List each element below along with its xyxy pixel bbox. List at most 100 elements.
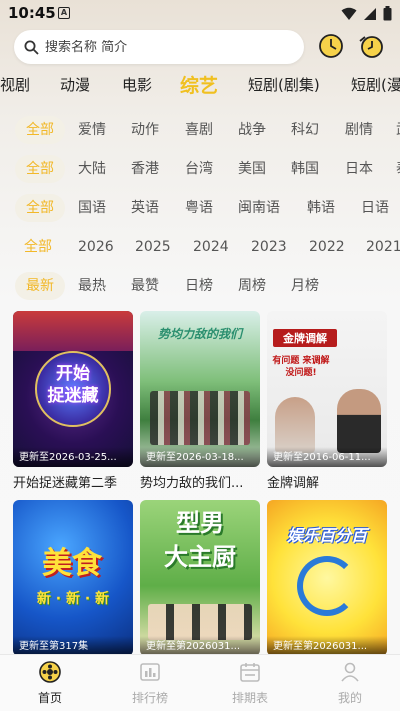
card-title: 金牌调解 <box>267 476 320 491</box>
tab-short-drama-anime[interactable]: 短剧(漫 <box>351 74 400 95</box>
battery-icon <box>383 6 392 21</box>
video-card[interactable]: 开始 捉迷藏 更新至2026-03-25... 开始捉迷藏第二季 <box>13 311 133 491</box>
video-card[interactable]: 金牌调解 有问题 来调解 没问题! 更新至2016-06-11... 金牌调解 <box>267 311 387 491</box>
status-time: 10:45 <box>8 4 56 22</box>
card-title: 势均力敌的我们... <box>140 476 244 491</box>
chip-language[interactable]: 闽南语 <box>238 194 280 222</box>
chip-genre[interactable]: 剧情 <box>345 116 373 144</box>
chip-genre[interactable]: 动作 <box>131 116 159 144</box>
chip-sort[interactable]: 周榜 <box>238 272 266 300</box>
signal-icon <box>364 7 376 20</box>
poster-title-art: 型男 大主厨 <box>164 509 236 571</box>
tab-short-drama[interactable]: 短剧(剧集) <box>248 74 320 95</box>
chip-year[interactable]: 2026 <box>78 233 114 261</box>
home-icon <box>39 661 61 683</box>
bottom-nav: 首页 排行榜 排期表 我的 <box>0 654 400 711</box>
search-bar[interactable] <box>14 30 304 64</box>
update-caption: 更新至2016-06-11... <box>267 447 387 467</box>
chip-genre[interactable]: 喜剧 <box>185 116 213 144</box>
chip-year-all[interactable]: 全部 <box>24 233 52 261</box>
chip-genre-all[interactable]: 全部 <box>15 116 65 144</box>
search-input[interactable] <box>45 39 285 55</box>
poster-image: 娱乐百分百 更新至第2026031... <box>267 500 387 656</box>
nav-label: 我的 <box>337 691 362 705</box>
nav-label: 首页 <box>37 691 62 705</box>
genre-filter-row: 全部 爱情 动作 喜剧 战争 科幻 剧情 武 <box>0 116 400 146</box>
card-title: 开始捉迷藏第二季 <box>13 476 118 491</box>
chip-language[interactable]: 英语 <box>131 194 159 222</box>
poster-title-art: 娱乐百分百 <box>286 526 367 545</box>
chip-sort[interactable]: 日榜 <box>185 272 213 300</box>
chip-sort[interactable]: 月榜 <box>291 272 319 300</box>
history-icon[interactable] <box>318 33 344 59</box>
chip-region-all[interactable]: 全部 <box>15 155 65 183</box>
update-caption: 更新至2026-03-18... <box>140 447 260 467</box>
chip-language[interactable]: 粤语 <box>185 194 213 222</box>
chip-genre[interactable]: 武 <box>396 116 400 144</box>
nav-label: 排期表 <box>231 691 268 705</box>
poster-subtitle-art: 新 · 新 · 新 <box>36 591 110 607</box>
chip-region[interactable]: 韩国 <box>291 155 319 183</box>
chip-language-all[interactable]: 全部 <box>15 194 65 222</box>
sort-filter-row: 最新 最热 最赞 日榜 周榜 月榜 <box>0 272 400 302</box>
chip-genre[interactable]: 爱情 <box>78 116 106 144</box>
chip-region[interactable]: 日本 <box>345 155 373 183</box>
nav-profile[interactable]: 我的 <box>315 661 385 706</box>
clock-icon[interactable] <box>358 33 384 59</box>
chip-genre[interactable]: 科幻 <box>291 116 319 144</box>
language-filter-row: 全部 国语 英语 粤语 闽南语 韩语 日语 <box>0 194 400 224</box>
chip-language[interactable]: 日语 <box>361 194 389 222</box>
chip-year[interactable]: 2021 <box>366 233 400 261</box>
region-filter-row: 全部 大陆 香港 台湾 美国 韩国 日本 泰 <box>0 155 400 185</box>
video-card[interactable]: 势均力敌的我们 更新至2026-03-18... 势均力敌的我们... <box>140 311 260 491</box>
poster-image: 型男 大主厨 更新至第2026031... <box>140 500 260 656</box>
chip-year[interactable]: 2022 <box>309 233 345 261</box>
nav-ranking[interactable]: 排行榜 <box>115 661 185 706</box>
chip-year[interactable]: 2023 <box>251 233 287 261</box>
update-caption: 更新至第2026031... <box>267 636 387 656</box>
poster-image: 美食 新 · 新 · 新 更新至第317集 <box>13 500 133 656</box>
chip-region[interactable]: 台湾 <box>185 155 213 183</box>
poster-title-art: 美食 <box>42 546 102 581</box>
video-card[interactable]: 娱乐百分百 更新至第2026031... <box>267 500 387 661</box>
chip-region[interactable]: 香港 <box>131 155 159 183</box>
chip-year[interactable]: 2025 <box>135 233 171 261</box>
profile-icon <box>341 662 359 682</box>
video-card[interactable]: 美食 新 · 新 · 新 更新至第317集 <box>13 500 133 661</box>
year-filter-row: 全部 2026 2025 2024 2023 2022 2021 <box>0 233 400 263</box>
tab-tv-series[interactable]: 视剧 <box>0 74 30 95</box>
poster-image: 开始 捉迷藏 更新至2026-03-25... <box>13 311 133 467</box>
update-caption: 更新至第2026031... <box>140 636 260 656</box>
nav-schedule[interactable]: 排期表 <box>215 661 285 706</box>
notification-icon: A <box>58 7 70 19</box>
chip-language[interactable]: 国语 <box>78 194 106 222</box>
schedule-icon <box>240 663 260 682</box>
chip-sort[interactable]: 最热 <box>78 272 106 300</box>
category-tabs: 视剧 动漫 电影 综艺 短剧(剧集) 短剧(漫 <box>0 68 400 104</box>
poster-title-art: 势均力敌的我们 <box>157 327 242 341</box>
chip-region[interactable]: 大陆 <box>78 155 106 183</box>
chip-sort-latest[interactable]: 最新 <box>15 272 65 300</box>
poster-slogan: 有问题 来调解 没问题! <box>272 356 330 378</box>
nav-label: 排行榜 <box>131 691 168 705</box>
chip-genre[interactable]: 战争 <box>238 116 266 144</box>
chip-region[interactable]: 美国 <box>238 155 266 183</box>
poster-image: 势均力敌的我们 更新至2026-03-18... <box>140 311 260 467</box>
wifi-icon <box>341 7 357 20</box>
rank-icon <box>140 663 160 681</box>
search-icon <box>24 40 39 55</box>
nav-home[interactable]: 首页 <box>15 661 85 706</box>
status-bar: 10:45 A <box>0 0 400 28</box>
chip-year[interactable]: 2024 <box>193 233 229 261</box>
update-caption: 更新至第317集 <box>13 636 133 656</box>
poster-image: 金牌调解 有问题 来调解 没问题! 更新至2016-06-11... <box>267 311 387 467</box>
chip-region[interactable]: 泰 <box>396 155 400 183</box>
tab-variety[interactable]: 综艺 <box>180 71 218 98</box>
chip-sort[interactable]: 最赞 <box>131 272 159 300</box>
video-card[interactable]: 型男 大主厨 更新至第2026031... <box>140 500 260 661</box>
tab-movie[interactable]: 电影 <box>122 74 152 95</box>
status-icons <box>341 6 392 21</box>
chip-language[interactable]: 韩语 <box>307 194 335 222</box>
tab-anime[interactable]: 动漫 <box>60 74 90 95</box>
poster-title-art: 金牌调解 <box>283 332 327 345</box>
